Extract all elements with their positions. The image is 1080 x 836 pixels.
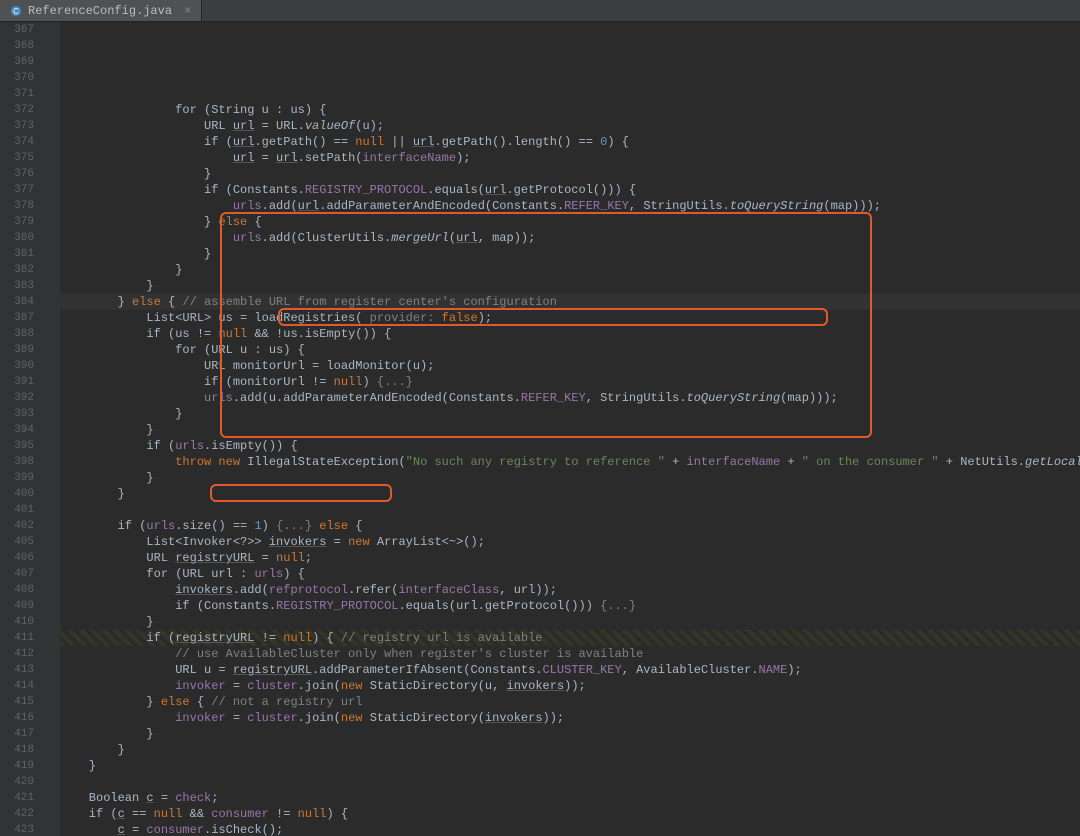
code-line[interactable]: } — [60, 726, 1080, 742]
code-line[interactable]: URL url = URL.valueOf(u); — [60, 118, 1080, 134]
svg-text:C: C — [13, 7, 19, 16]
code-line[interactable]: for (String u : us) { — [60, 102, 1080, 118]
code-line[interactable]: } else { // not a registry url — [60, 694, 1080, 710]
code-line[interactable]: if (urls.size() == 1) {...} else { — [60, 518, 1080, 534]
tab-bar: C ReferenceConfig.java × — [0, 0, 1080, 22]
code-line[interactable]: } — [60, 614, 1080, 630]
code-line[interactable]: if (c == null && consumer != null) { — [60, 806, 1080, 822]
code-line[interactable]: if (Constants.REGISTRY_PROTOCOL.equals(u… — [60, 598, 1080, 614]
code-line[interactable]: invoker = cluster.join(new StaticDirecto… — [60, 678, 1080, 694]
code-line[interactable]: urls.add(u.addParameterAndEncoded(Consta… — [60, 390, 1080, 406]
code-line[interactable]: } — [60, 262, 1080, 278]
file-tab[interactable]: C ReferenceConfig.java × — [0, 0, 202, 21]
code-line[interactable]: } else { // assemble URL from register c… — [60, 294, 1080, 310]
code-line[interactable]: URL monitorUrl = loadMonitor(u); — [60, 358, 1080, 374]
code-line[interactable]: urls.add(url.addParameterAndEncoded(Cons… — [60, 198, 1080, 214]
code-line[interactable]: c = consumer.isCheck(); — [60, 822, 1080, 836]
code-area[interactable]: for (String u : us) { URL url = URL.valu… — [60, 22, 1080, 836]
code-line[interactable]: } — [60, 246, 1080, 262]
code-line[interactable]: // use AvailableCluster only when regist… — [60, 646, 1080, 662]
code-line[interactable]: if (monitorUrl != null) {...} — [60, 374, 1080, 390]
code-line[interactable]: } — [60, 486, 1080, 502]
code-line[interactable]: } — [60, 278, 1080, 294]
code-line[interactable]: if (url.getPath() == null || url.getPath… — [60, 134, 1080, 150]
code-line[interactable]: } — [60, 166, 1080, 182]
code-editor[interactable]: 367 368 369 370 371 372 373 374 375 376 … — [0, 22, 1080, 836]
fold-gutter — [42, 22, 60, 836]
code-line[interactable]: if (urls.isEmpty()) { — [60, 438, 1080, 454]
code-line[interactable]: URL u = registryURL.addParameterIfAbsent… — [60, 662, 1080, 678]
line-number-gutter: 367 368 369 370 371 372 373 374 375 376 … — [0, 22, 42, 836]
code-line[interactable]: List<Invoker<?>> invokers = new ArrayLis… — [60, 534, 1080, 550]
code-line[interactable]: if (Constants.REGISTRY_PROTOCOL.equals(u… — [60, 182, 1080, 198]
tab-close-icon[interactable]: × — [184, 4, 191, 18]
code-line[interactable]: urls.add(ClusterUtils.mergeUrl(url, map)… — [60, 230, 1080, 246]
code-line[interactable]: } — [60, 742, 1080, 758]
code-line[interactable]: for (URL url : urls) { — [60, 566, 1080, 582]
code-line[interactable]: } — [60, 470, 1080, 486]
code-line[interactable]: throw new IllegalStateException("No such… — [60, 454, 1080, 470]
code-line[interactable] — [60, 774, 1080, 790]
tab-filename: ReferenceConfig.java — [28, 4, 172, 18]
code-line[interactable]: } — [60, 758, 1080, 774]
code-line[interactable]: url = url.setPath(interfaceName); — [60, 150, 1080, 166]
code-line[interactable]: if (us != null && !us.isEmpty()) { — [60, 326, 1080, 342]
code-line[interactable]: URL registryURL = null; — [60, 550, 1080, 566]
code-line[interactable]: } — [60, 422, 1080, 438]
code-line[interactable]: invokers.add(refprotocol.refer(interface… — [60, 582, 1080, 598]
code-line[interactable]: } else { — [60, 214, 1080, 230]
code-line[interactable]: if (registryURL != null) { // registry u… — [60, 630, 1080, 646]
java-class-icon: C — [10, 5, 22, 17]
code-line[interactable]: invoker = cluster.join(new StaticDirecto… — [60, 710, 1080, 726]
code-line[interactable]: Boolean c = check; — [60, 790, 1080, 806]
code-line[interactable]: } — [60, 406, 1080, 422]
code-line[interactable] — [60, 502, 1080, 518]
code-line[interactable]: for (URL u : us) { — [60, 342, 1080, 358]
code-line[interactable]: List<URL> us = loadRegistries( provider:… — [60, 310, 1080, 326]
